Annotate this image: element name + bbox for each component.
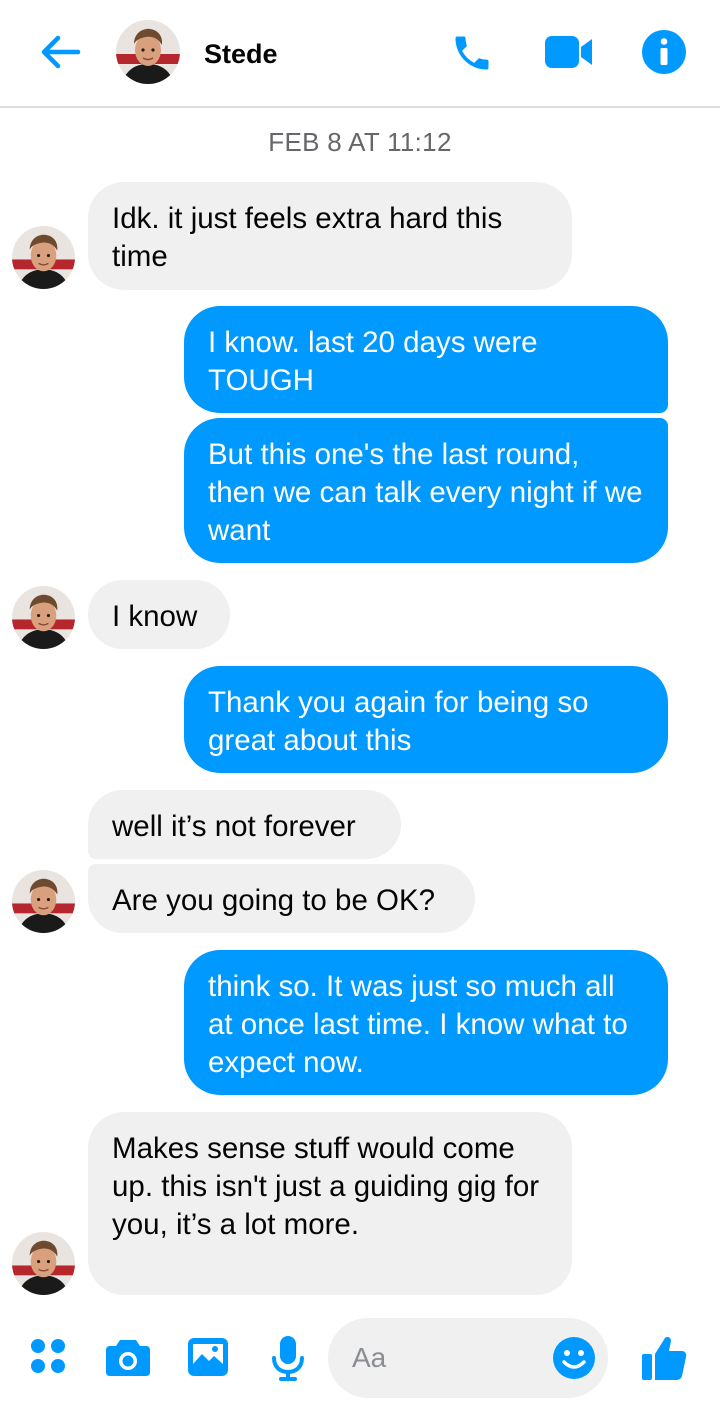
gallery-icon[interactable] [186,1336,230,1378]
sender-avatar[interactable] [12,586,75,649]
contact-avatar[interactable] [116,20,180,84]
message-timestamp: FEB 8 AT 11:12 [268,127,452,157]
thumbs-up-icon[interactable] [640,1334,688,1382]
sender-avatar[interactable] [12,870,75,933]
emoji-icon[interactable] [552,1336,596,1380]
microphone-icon[interactable] [270,1334,306,1382]
conversation-header: Stede [0,0,720,108]
contact-name[interactable]: Stede [204,36,278,72]
sender-avatar[interactable] [12,226,75,289]
incoming-message[interactable]: Makes sense stuff would come up. this is… [88,1112,572,1295]
message-text: Thank you again for being so great about… [208,686,589,757]
message-text: Idk. it just feels extra hard this time [112,202,503,273]
message-text: But this one's the last round, then we c… [208,438,643,547]
incoming-message[interactable]: well it’s not forever [88,790,401,859]
incoming-message[interactable]: Are you going to be OK? [88,864,475,933]
outgoing-message[interactable]: But this one's the last round, then we c… [184,418,668,563]
incoming-message[interactable]: Idk. it just feels extra hard this time [88,182,572,290]
message-input-placeholder: Aa [352,1342,387,1373]
camera-icon[interactable] [104,1336,152,1378]
outgoing-message[interactable]: think so. It was just so much all at onc… [184,950,668,1095]
message-text: Makes sense stuff would come up. this is… [112,1132,540,1241]
outgoing-message[interactable]: I know. last 20 days were TOUGH [184,306,668,413]
outgoing-message[interactable]: Thank you again for being so great about… [184,666,668,773]
back-arrow-icon[interactable] [38,32,82,72]
video-camera-icon[interactable] [544,33,594,71]
apps-grid-icon[interactable] [28,1336,68,1376]
sender-avatar[interactable] [12,1232,75,1295]
message-text: Are you going to be OK? [112,884,436,917]
phone-icon[interactable] [450,31,494,75]
message-input[interactable]: Aa [328,1318,608,1398]
message-text: think so. It was just so much all at onc… [208,970,628,1079]
message-text: well it’s not forever [112,810,356,843]
info-icon[interactable] [641,29,687,75]
message-text: I know [112,600,198,633]
incoming-message[interactable]: I know [88,580,230,649]
message-text: I know. last 20 days were TOUGH [208,326,538,397]
